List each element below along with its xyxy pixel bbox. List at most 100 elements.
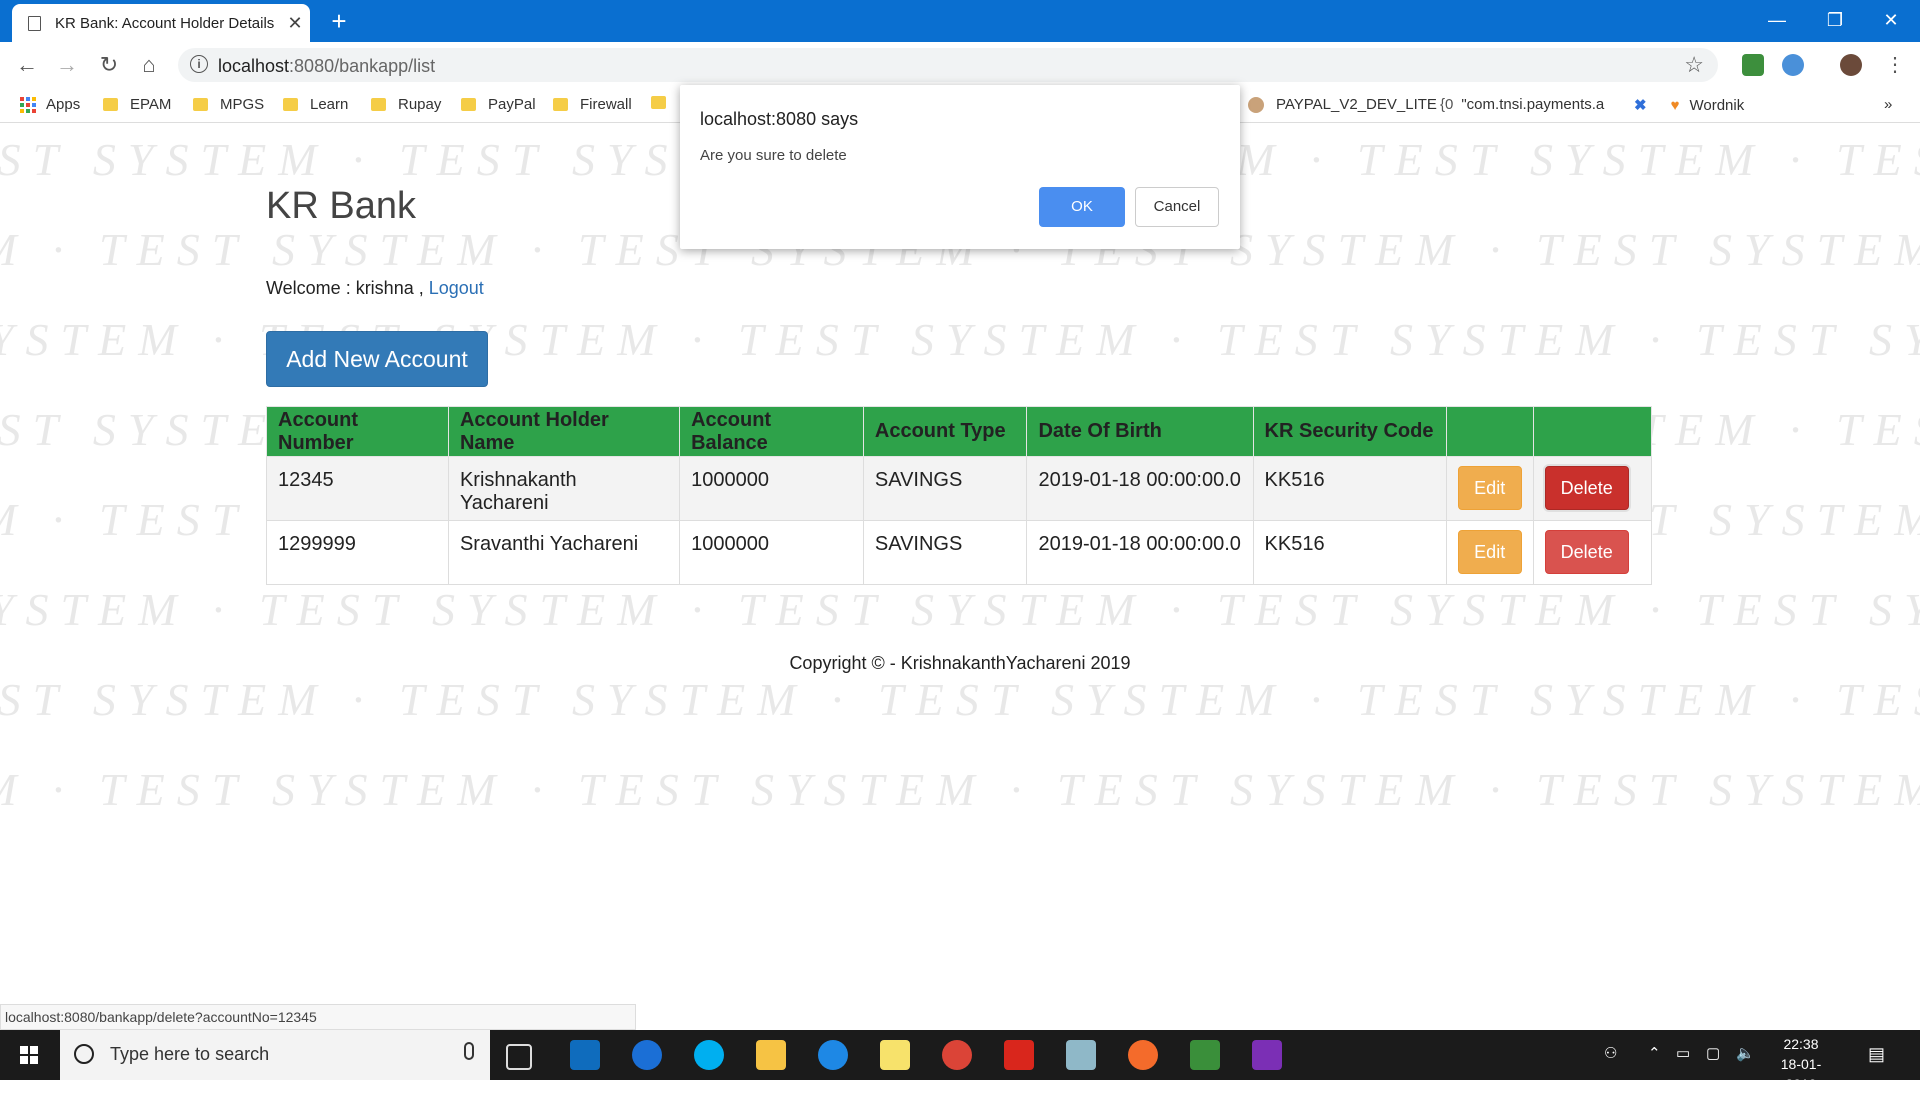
bookmark-star-icon[interactable]: ☆ [1684,52,1704,78]
browser-toolbar: ← → ↻ ⌂ i localhost:8080/bankapp/list ☆ … [0,42,1920,88]
bookmark-learn[interactable]: Learn [283,96,348,113]
bookmark-epam[interactable]: EPAM [103,96,171,113]
copyright-footer: Copyright © - KrishnakanthYachareni 2019 [789,653,1131,673]
cancel-button[interactable]: Cancel [1135,187,1219,227]
bookmark-paypal-v2[interactable]: PAYPAL_V2_DEV_LITE [1248,96,1437,113]
spreadsheet-icon[interactable] [1190,1040,1220,1070]
extension-sheets-icon[interactable] [1742,54,1764,76]
bookmarks-more[interactable]: » [1884,96,1892,113]
skype-icon[interactable] [694,1040,724,1070]
ok-button[interactable]: OK [1039,187,1125,227]
profile-avatar[interactable] [1840,54,1862,76]
address-bar[interactable]: i localhost:8080/bankapp/list ☆ [178,48,1718,82]
bookmark-label: Learn [310,96,349,113]
status-url-bubble: localhost:8080/bankapp/delete?accountNo=… [0,1004,636,1030]
people-icon[interactable]: ⚇ [1604,1044,1617,1062]
network-icon[interactable]: ▢ [1706,1044,1720,1062]
chrome-icon[interactable] [942,1040,972,1070]
edit-button[interactable]: Edit [1457,530,1522,574]
bookmark-hidden[interactable] [651,96,678,109]
delete-button[interactable]: Delete [1544,530,1629,574]
taskbar-search[interactable]: Type here to search [60,1030,490,1080]
bookmark-paypal[interactable]: PayPal [461,96,536,113]
bookmark-wordnik[interactable]: ✖ ♥ Wordnik [1634,96,1744,115]
cell-edit: Edit [1445,456,1534,521]
confluence-icon: ✖ [1634,97,1647,114]
app-icon[interactable] [1066,1040,1096,1070]
browser-title-bar: KR Bank: Account Holder Details ✕ + — ❐ … [0,0,1920,42]
forward-icon[interactable]: → [52,50,82,80]
heart-icon: ♥ [1670,96,1680,114]
bookmark-rupay[interactable]: Rupay [371,96,441,113]
table-row: 1299999 Sravanthi Yachareni 1000000 SAVI… [266,520,1653,585]
bookmark-label: PAYPAL_V2_DEV_LITE [1276,96,1437,113]
cell-account-type: SAVINGS [862,456,1028,521]
bookmark-tnsi[interactable]: {0 "com.tnsi.payments.a [1440,96,1604,113]
tray-chevron-icon[interactable]: ⌃ [1648,1044,1661,1062]
reload-icon[interactable]: ↻ [94,50,124,80]
delete-button[interactable]: Delete [1544,466,1629,510]
edge-icon[interactable] [632,1040,662,1070]
close-tab-icon[interactable]: ✕ [280,13,310,34]
restore-button[interactable]: ❐ [1806,0,1864,42]
taskbar-clock[interactable]: 22:38 18-01-2019 [1766,1034,1836,1094]
clock-date: 18-01-2019 [1780,1056,1822,1092]
windows-logo-icon [20,1046,38,1064]
tab-title: KR Bank: Account Holder Details [55,14,275,32]
close-window-button[interactable]: ✕ [1862,0,1920,42]
folder-icon [553,98,568,111]
acrobat-icon[interactable] [1004,1040,1034,1070]
microphone-icon[interactable] [464,1042,474,1060]
cell-edit: Edit [1445,520,1534,585]
minimize-button[interactable]: — [1748,0,1806,42]
cell-holder-name: Sravanthi Yachareni [447,520,681,585]
intellij-icon[interactable] [1252,1040,1282,1070]
bookmark-firewall[interactable]: Firewall [553,96,632,113]
file-explorer-icon[interactable] [756,1040,786,1070]
volume-icon[interactable]: 🔈 [1736,1044,1755,1062]
column-header: Account Balance [679,406,864,457]
column-header: Account Holder Name [447,406,681,457]
back-icon[interactable]: ← [12,50,42,80]
watermark: TEST SYSTEM · TEST SYSTEM · TEST SYSTEM … [0,674,1920,725]
new-tab-button[interactable]: + [324,4,354,38]
start-button[interactable] [0,1030,60,1080]
info-icon[interactable]: i [190,55,208,73]
cell-delete: Delete [1532,520,1653,585]
outlook-icon[interactable] [570,1040,600,1070]
cell-account-number: 1299999 [266,520,449,585]
bookmark-apps[interactable]: Apps [20,96,80,113]
home-icon[interactable]: ⌂ [134,50,164,80]
column-header [1532,406,1653,457]
cell-security-code: KK516 [1252,456,1447,521]
clock-time: 22:38 [1783,1036,1819,1052]
folder-icon [193,98,208,111]
notifications-icon[interactable]: ▤ [1868,1044,1885,1065]
column-header: KR Security Code [1252,406,1447,457]
postman-icon[interactable] [1128,1040,1158,1070]
add-new-account-button[interactable]: Add New Account [266,331,488,387]
cell-delete: Delete [1532,456,1653,521]
menu-dots-icon[interactable]: ⋮ [1880,50,1910,80]
battery-icon[interactable]: ▭ [1676,1044,1690,1062]
bookmark-label: "com.tnsi.payments.a [1461,96,1605,113]
url-text[interactable]: localhost:8080/bankapp/list [218,56,435,77]
task-view-icon[interactable] [506,1044,532,1070]
cell-holder-name: Krishnakanth Yachareni [447,456,681,521]
folder-icon [283,98,298,111]
folder-icon [371,98,386,111]
bookmark-label: MPGS [220,96,265,113]
extension-translate-icon[interactable] [1782,54,1804,76]
cell-account-number: 12345 [266,456,449,521]
table-row: 12345 Krishnakanth Yachareni 1000000 SAV… [266,456,1653,521]
accounts-table: Account Number Account Holder Name Accou… [266,406,1653,585]
sticky-notes-icon[interactable] [880,1040,910,1070]
cell-dob: 2019-01-18 00:00:00.0 [1026,456,1254,521]
internet-explorer-icon[interactable] [818,1040,848,1070]
logout-link[interactable]: Logout [429,278,484,298]
edit-button[interactable]: Edit [1457,466,1522,510]
browser-tab[interactable]: KR Bank: Account Holder Details ✕ [12,4,310,42]
folder-icon [461,98,476,111]
column-header: Account Type [862,406,1028,457]
bookmark-mpgs[interactable]: MPGS [193,96,264,113]
